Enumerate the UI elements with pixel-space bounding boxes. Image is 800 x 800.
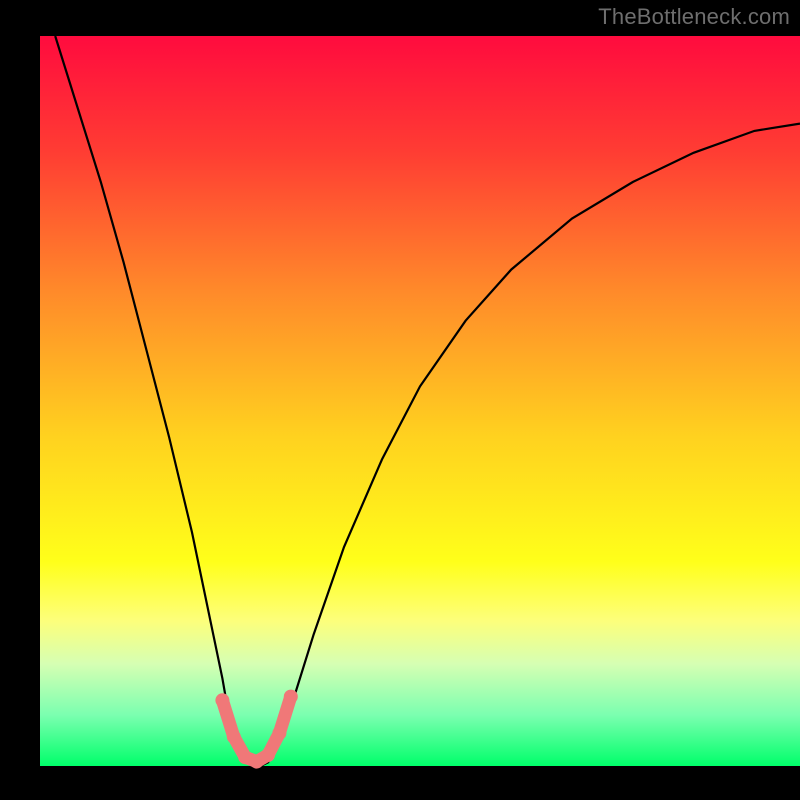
bottleneck-chart bbox=[0, 0, 800, 800]
highlight-dot bbox=[261, 748, 275, 762]
highlight-dot bbox=[284, 690, 298, 704]
highlight-dot bbox=[272, 726, 286, 740]
highlight-dot bbox=[227, 730, 241, 744]
highlight-dot bbox=[215, 693, 229, 707]
plot-background bbox=[40, 36, 800, 766]
watermark-text: TheBottleneck.com bbox=[598, 4, 790, 30]
chart-frame: TheBottleneck.com bbox=[0, 0, 800, 800]
